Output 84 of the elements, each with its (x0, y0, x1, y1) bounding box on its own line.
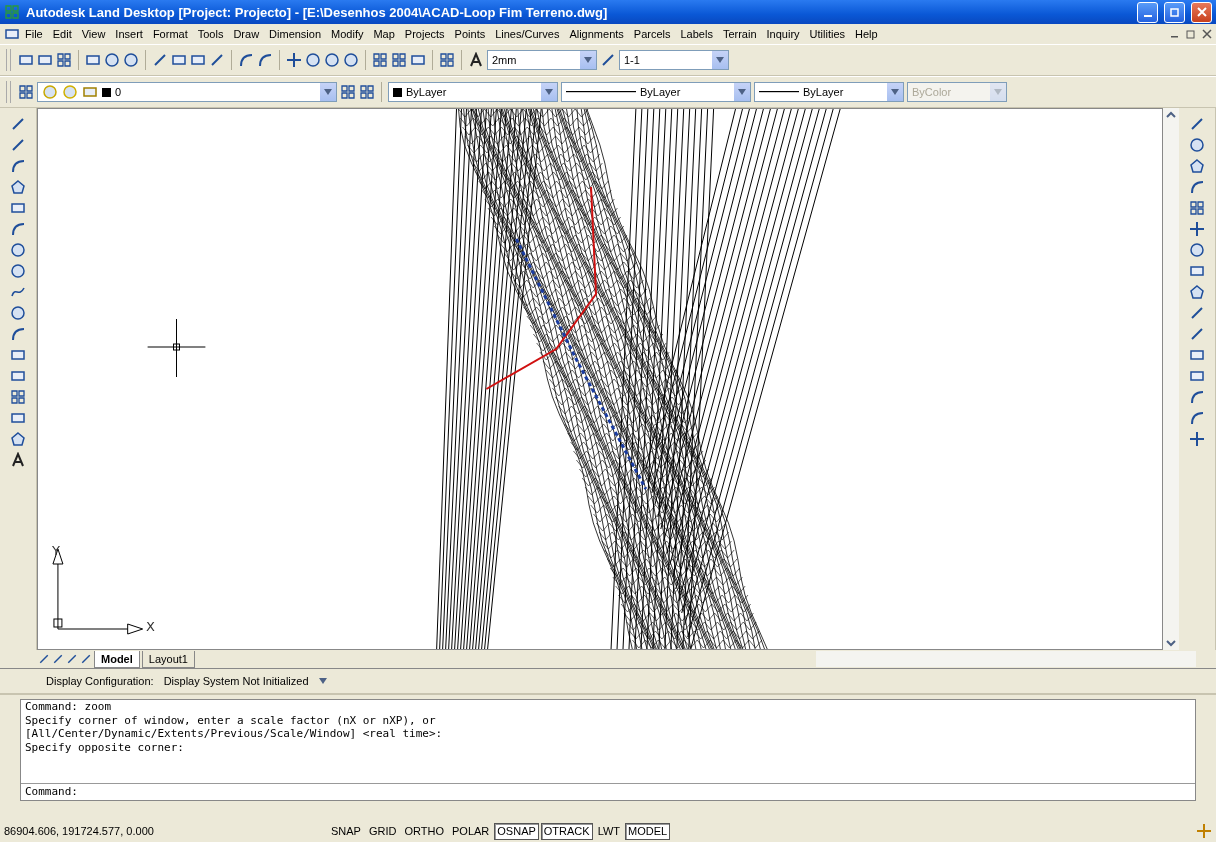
menu-item[interactable]: Labels (675, 28, 718, 40)
fillet-icon[interactable] (1189, 410, 1205, 426)
menu-item[interactable]: Modify (326, 28, 369, 40)
menu-item[interactable]: Map (368, 28, 400, 40)
dropdown-arrow-icon[interactable] (891, 89, 899, 95)
menu-item[interactable]: Tools (192, 28, 229, 40)
document-icon[interactable] (4, 26, 20, 42)
status-toggle-button[interactable]: ORTHO (401, 822, 447, 840)
text-icon[interactable] (10, 452, 26, 468)
menu-item[interactable]: View (76, 28, 111, 40)
menu-item[interactable]: Lines/Curves (490, 28, 565, 40)
dropdown-arrow-icon[interactable] (324, 89, 332, 95)
document-close-icon[interactable] (1202, 29, 1212, 39)
layout-tab[interactable]: Model (94, 650, 140, 668)
layer-dropdown[interactable]: 0 (37, 82, 337, 102)
circle-icon[interactable] (10, 242, 26, 258)
dropdown-arrow-icon[interactable] (545, 89, 553, 95)
window-title: Autodesk Land Desktop [Project: Projecto] - [E:\Desenhos 2004\ACAD-Loop Fim Terreno.dwg] (26, 4, 609, 20)
ucs-axis-icon (52, 548, 144, 635)
document-restore-icon[interactable] (1186, 29, 1196, 39)
status-toggle-button[interactable]: OSNAP (494, 822, 539, 840)
drawing-canvas[interactable]: X Y (37, 108, 1163, 650)
text-style-icon[interactable] (468, 52, 484, 68)
status-toggle-button[interactable]: POLAR (449, 822, 493, 840)
crosshair-cursor-icon (147, 318, 206, 378)
command-history-line: [All/Center/Dynamic/Extents/Previous/Scale/Window] <real time>: (24, 727, 444, 741)
axis-label: X (146, 619, 155, 634)
line-icon[interactable] (10, 116, 26, 132)
ellipse-arc-icon[interactable] (10, 326, 26, 342)
lineweight-dropdown[interactable]: ByLayer (754, 82, 904, 102)
vertical-scrollbar[interactable] (1163, 108, 1179, 650)
menu-item[interactable]: Dimension (264, 28, 327, 40)
command-history-line: Specify corner of window, enter a scale factor (nX or nXP), or (24, 713, 437, 727)
layout-tab[interactable]: Layout1 (141, 650, 195, 668)
menu-item[interactable]: Draw (228, 28, 265, 40)
dimension-style-dropdown[interactable]: 1-1 (619, 50, 729, 70)
display-configuration-label: Display Configuration: (46, 675, 154, 687)
status-toggle-button[interactable]: LWT (594, 822, 624, 840)
menu-item[interactable]: File (20, 28, 48, 40)
minimize-icon (1143, 15, 1152, 17)
arc-icon[interactable] (10, 221, 26, 237)
status-toggle-button[interactable]: OTRACK (540, 822, 593, 840)
display-configuration-value[interactable]: Display System Not Initialized (163, 675, 309, 687)
menu-item[interactable]: Terrain (717, 28, 762, 40)
menu-item[interactable]: Insert (110, 28, 148, 40)
dropdown-arrow-icon[interactable] (584, 57, 592, 63)
polygon-icon[interactable] (10, 179, 26, 195)
line-sample-icon (566, 90, 636, 94)
color-dropdown[interactable]: ByLayer (388, 82, 558, 102)
menu-item[interactable]: Format (147, 28, 193, 40)
dropdown-arrow-icon[interactable] (716, 57, 724, 63)
color-swatch-icon (393, 87, 402, 97)
menu-item[interactable]: Alignments (564, 28, 629, 40)
command-input-field[interactable]: Command: (21, 783, 1195, 800)
color-swatch-icon (102, 87, 111, 97)
status-toggle-button[interactable]: GRID (365, 822, 400, 840)
array-icon[interactable] (1189, 200, 1205, 216)
menu-item[interactable]: Projects (399, 28, 450, 40)
restore-icon (1169, 7, 1180, 17)
rectangle-icon[interactable] (10, 200, 26, 216)
move-icon[interactable] (1189, 221, 1205, 237)
close-button[interactable] (1191, 1, 1212, 23)
horizontal-scrollbar[interactable] (816, 651, 1196, 667)
menu-item[interactable]: Points (449, 28, 491, 40)
command-window[interactable]: Command: zoom Specify corner of window, enter a scale factor (nX or nXP), or [All/Center/Dynamic/Extents/Previous/Scale/Window] <real time>: Specify opposite corner: Command: (20, 699, 1196, 801)
coordinates-readout: 86904.606, 191724.577, 0.000 (4, 825, 155, 837)
command-history-line: Specify opposite corner: (24, 740, 185, 754)
linetype-dropdown[interactable]: ByLayer (561, 82, 751, 102)
menu-item[interactable]: Inquiry (761, 28, 805, 40)
maximize-button[interactable] (1164, 1, 1185, 23)
status-toggle-button[interactable]: MODEL (625, 822, 671, 840)
menu-item[interactable]: Utilities (804, 28, 851, 40)
text-style-dropdown[interactable]: 2mm (487, 50, 597, 70)
menu-item[interactable]: Parcels (628, 28, 676, 40)
menu-item[interactable]: Help (850, 28, 883, 40)
close-icon (1196, 7, 1207, 17)
menu-item[interactable]: Edit (47, 28, 77, 40)
caret-icon[interactable] (318, 678, 327, 684)
axis-label: Y (52, 543, 60, 558)
dropdown-arrow-icon[interactable] (738, 89, 746, 95)
line-sample-icon (759, 90, 799, 94)
status-toggle-button[interactable]: SNAP (328, 822, 364, 840)
minimize-button[interactable] (1137, 1, 1158, 23)
command-history-line: Command: zoom (24, 700, 113, 714)
